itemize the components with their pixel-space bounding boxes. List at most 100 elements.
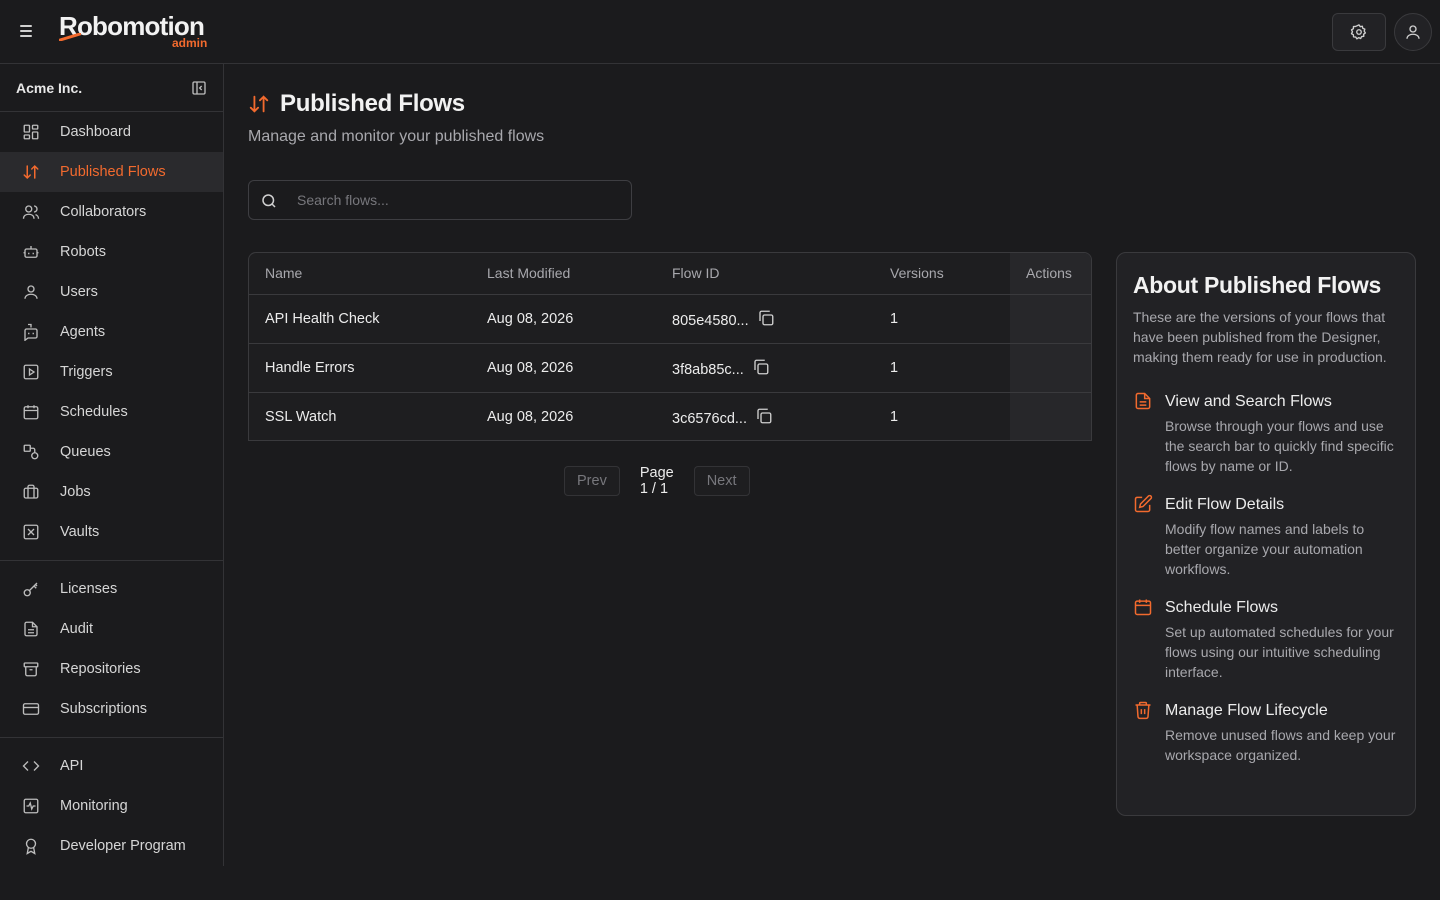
sidebar-item-developer-program[interactable]: Developer Program [0,826,223,866]
sidebar-item-label: Users [60,284,98,300]
feature-title: Manage Flow Lifecycle [1165,702,1328,719]
sidebar-item-label: Monitoring [60,798,128,814]
logo-swoosh-icon [59,33,81,41]
arrows-up-down-icon [23,164,39,180]
sidebar-item-label: Queues [60,444,111,460]
page-header: Published Flows Manage and monitor your … [248,90,848,146]
next-page-button[interactable]: Next [693,466,750,496]
play-square-icon [23,364,39,380]
sidebar-item-vaults[interactable]: Vaults [0,512,223,552]
sidebar-item-monitoring[interactable]: Monitoring [0,786,223,826]
robot-icon [23,246,39,258]
feature-title: Edit Flow Details [1165,496,1285,513]
file-text-icon [24,621,38,637]
nav-group-main: Dashboard Published Flows Collaborators … [0,112,223,552]
sidebar-collapse-icon[interactable] [191,80,207,96]
flow-id: 805e4580... [672,312,749,329]
sidebar-item-jobs[interactable]: Jobs [0,472,223,512]
sidebar-item-triggers[interactable]: Triggers [0,352,223,392]
flow-name[interactable]: SSL Watch [249,392,471,440]
sidebar-item-label: Robots [60,244,106,260]
flow-actions[interactable] [1010,343,1091,393]
sidebar-item-label: Repositories [60,661,141,677]
sidebar-item-label: Subscriptions [60,701,148,717]
shapes-icon [23,444,39,460]
sidebar-item-audit[interactable]: Audit [0,609,223,649]
column-header-name[interactable]: Name [249,253,471,295]
arrows-up-down-icon [249,95,269,113]
about-title: About Published Flows [1133,272,1381,298]
flow-name[interactable]: Handle Errors [249,343,471,393]
flow-id-cell: 805e4580... [656,294,874,344]
sidebar-item-label: Dashboard [60,124,131,140]
page-title: Published Flows [280,90,465,117]
user-icon [1406,25,1420,39]
sidebar-item-api[interactable]: API [0,746,223,786]
calendar-icon [1134,599,1152,616]
table-row[interactable]: API Health Check Aug 08, 2026 805e4580..… [249,294,1091,344]
sidebar-item-dashboard[interactable]: Dashboard [0,112,223,152]
nav-group-dev: API Monitoring Developer Program [0,746,223,866]
column-header-last-modified[interactable]: Last Modified [471,253,656,295]
logo[interactable]: Robomotion admin [59,12,207,50]
feature-edit-details: Edit Flow Details Modify flow names and … [1133,494,1399,579]
flow-name[interactable]: API Health Check [249,294,471,344]
table-row[interactable]: SSL Watch Aug 08, 2026 3c6576cd... 1 [249,392,1091,440]
sidebar-item-queues[interactable]: Queues [0,432,223,472]
flow-versions: 1 [874,343,1010,393]
vault-icon [23,524,39,540]
sidebar-item-agents[interactable]: Agents [0,312,223,352]
sidebar-item-robots[interactable]: Robots [0,232,223,272]
sidebar-item-licenses[interactable]: Licenses [0,569,223,609]
page-indicator: Page 1 / 1 [639,465,674,497]
sidebar-item-collaborators[interactable]: Collaborators [0,192,223,232]
sidebar-divider [0,737,223,738]
sidebar-item-label: Vaults [60,524,100,540]
nav-group-admin: Licenses Audit Repositories Subscription… [0,569,223,729]
column-header-flow-id[interactable]: Flow ID [656,253,874,295]
flow-id-cell: 3c6576cd... [656,392,874,440]
flow-actions[interactable] [1010,392,1091,440]
flow-actions[interactable] [1010,294,1091,344]
hamburger-icon[interactable] [20,25,36,39]
user-icon [24,285,38,299]
search-input[interactable] [297,181,617,219]
user-menu-button[interactable] [1394,13,1432,51]
flow-id: 3f8ab85c... [672,361,744,378]
feature-title: View and Search Flows [1165,393,1332,410]
table-row[interactable]: Handle Errors Aug 08, 2026 3f8ab85c... 1 [249,343,1091,393]
column-header-versions[interactable]: Versions [874,253,1010,295]
page-title-row: Published Flows [248,90,848,118]
feature-view-search: View and Search Flows Browse through you… [1133,391,1399,476]
archive-icon [23,662,39,677]
key-icon [23,582,38,597]
copy-icon[interactable] [752,358,770,376]
org-name[interactable]: Acme Inc. [16,80,82,96]
flow-id: 3c6576cd... [672,410,747,427]
sidebar: Acme Inc. Dashboard Published Flows Coll… [0,64,224,866]
sidebar-item-subscriptions[interactable]: Subscriptions [0,689,223,729]
search-icon [262,194,276,208]
page-subtitle: Manage and monitor your published flows [248,128,545,145]
sidebar-item-label: Published Flows [60,164,166,180]
feature-description: Remove unused flows and keep your worksp… [1165,727,1396,763]
copy-icon[interactable] [757,309,775,327]
sidebar-item-label: Developer Program [60,838,186,854]
sidebar-item-label: Schedules [60,404,128,420]
copy-icon[interactable] [755,407,773,425]
calendar-icon [23,405,39,420]
sidebar-item-published-flows[interactable]: Published Flows [0,152,223,192]
settings-button[interactable] [1332,13,1386,51]
about-description: These are the versions of your flows tha… [1133,309,1387,365]
users-icon [22,205,40,219]
sidebar-item-repositories[interactable]: Repositories [0,649,223,689]
sidebar-item-label: Triggers [60,364,113,380]
credit-card-icon [22,703,40,715]
feature-title: Schedule Flows [1165,599,1278,616]
table-header-row: Name Last Modified Flow ID Versions Acti… [249,253,1091,295]
sidebar-item-label: Collaborators [60,204,147,220]
sidebar-item-users[interactable]: Users [0,272,223,312]
flows-table: Name Last Modified Flow ID Versions Acti… [248,252,1092,441]
prev-page-button[interactable]: Prev [564,466,620,496]
sidebar-item-schedules[interactable]: Schedules [0,392,223,432]
